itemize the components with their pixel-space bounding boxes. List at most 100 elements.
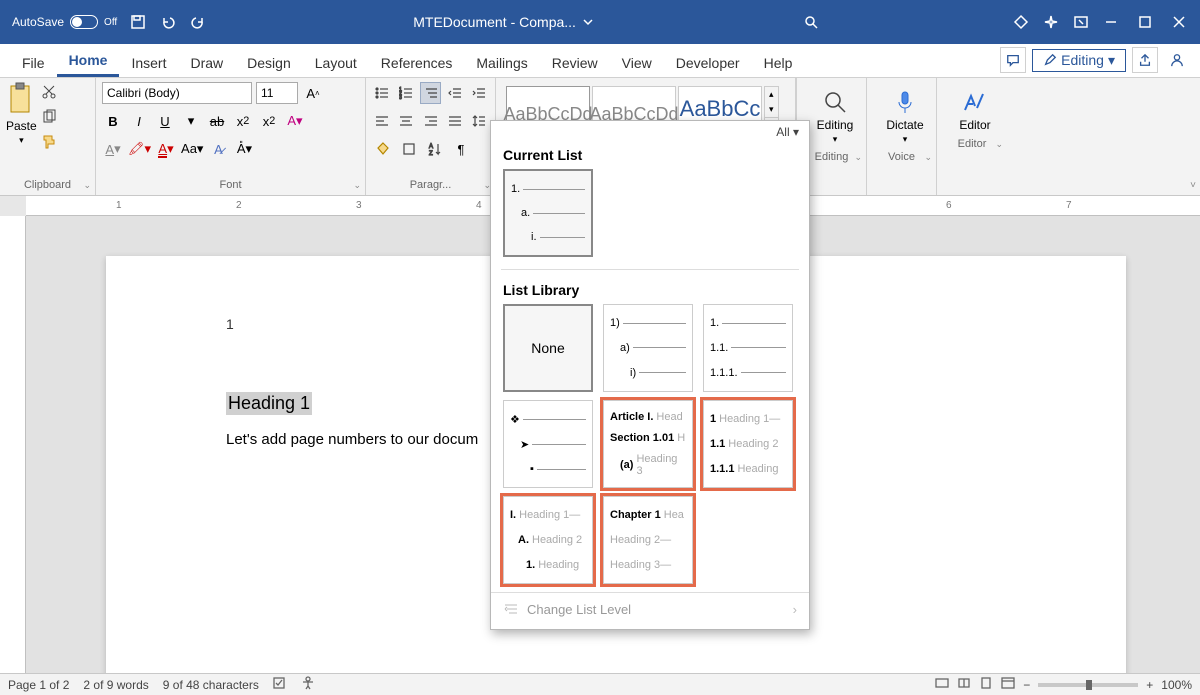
clear-formatting-button[interactable]: A̷ bbox=[207, 138, 229, 160]
print-layout-button[interactable] bbox=[979, 676, 993, 693]
editing-mode-button[interactable]: Editing ▾ bbox=[1032, 49, 1126, 72]
phonetic-button[interactable]: A̎▾ bbox=[233, 138, 255, 160]
zoom-out-button[interactable]: − bbox=[1023, 678, 1030, 692]
font-color-2-button[interactable]: A▾ bbox=[155, 138, 177, 160]
status-words[interactable]: 2 of 9 words bbox=[83, 678, 148, 692]
borders-button[interactable] bbox=[398, 138, 420, 160]
list-tile-bullets[interactable]: ❖ ➤ ▪ bbox=[503, 400, 593, 488]
close-button[interactable] bbox=[1164, 7, 1194, 37]
document-title[interactable]: MTEDocument - Compa... bbox=[213, 14, 796, 30]
font-size-select[interactable] bbox=[256, 82, 298, 104]
tab-home[interactable]: Home bbox=[57, 46, 120, 77]
maximize-button[interactable] bbox=[1130, 7, 1160, 37]
zoom-slider[interactable] bbox=[1038, 683, 1138, 687]
editor-button[interactable]: Editor bbox=[943, 82, 1007, 138]
list-tile-chapter[interactable]: Chapter 1Hea Heading 2— Heading 3— bbox=[603, 496, 693, 584]
l2: Heading 2— bbox=[610, 534, 671, 546]
numbering-button[interactable]: 123 bbox=[396, 82, 416, 104]
cut-button[interactable] bbox=[41, 84, 57, 103]
list-tile-decimal[interactable]: 1. 1.1. 1.1.1. bbox=[703, 304, 793, 392]
l1g: Heading 1— bbox=[719, 413, 780, 425]
subscript-button[interactable]: x2 bbox=[232, 110, 254, 132]
chevron-down-icon[interactable]: ▾ bbox=[180, 110, 202, 132]
heading-text[interactable]: Heading 1 bbox=[226, 392, 312, 415]
focus-mode-button[interactable] bbox=[935, 676, 949, 693]
spellcheck-icon[interactable] bbox=[273, 676, 287, 693]
tab-file[interactable]: File bbox=[10, 49, 57, 77]
show-marks-button[interactable]: ¶ bbox=[450, 138, 472, 160]
collapse-ribbon-button[interactable]: ˅ bbox=[1190, 180, 1196, 191]
tab-references[interactable]: References bbox=[369, 49, 465, 77]
accessibility-icon[interactable] bbox=[301, 676, 315, 693]
status-chars[interactable]: 9 of 48 characters bbox=[163, 678, 259, 692]
diamond-icon[interactable] bbox=[1006, 7, 1036, 37]
font-color-button[interactable]: A▾ bbox=[102, 138, 124, 160]
all-filter-button[interactable]: All ▾ bbox=[776, 125, 799, 139]
ribbon-display-icon[interactable] bbox=[1066, 7, 1096, 37]
bold-button[interactable]: B bbox=[102, 110, 124, 132]
tab-draw[interactable]: Draw bbox=[178, 49, 235, 77]
align-right-button[interactable] bbox=[420, 110, 440, 132]
tab-mailings[interactable]: Mailings bbox=[464, 49, 539, 77]
l2g: H bbox=[677, 432, 685, 444]
styles-scroll-up[interactable]: ▴ bbox=[765, 87, 778, 102]
italic-button[interactable]: I bbox=[128, 110, 150, 132]
list-tile-article[interactable]: Article I.Head Section 1.01H (a)Heading … bbox=[603, 400, 693, 488]
format-painter-button[interactable] bbox=[41, 134, 57, 153]
styles-scroll-down[interactable]: ▾ bbox=[765, 102, 778, 117]
list-tile-paren[interactable]: 1) a) i) bbox=[603, 304, 693, 392]
superscript-button[interactable]: x2 bbox=[258, 110, 280, 132]
text-effects-button[interactable]: A▾ bbox=[284, 110, 306, 132]
autosave-toggle[interactable]: AutoSave Off bbox=[6, 15, 123, 29]
redo-button[interactable] bbox=[183, 7, 213, 37]
tab-help[interactable]: Help bbox=[752, 49, 805, 77]
decrease-indent-button[interactable] bbox=[445, 82, 465, 104]
sparkle-icon[interactable] bbox=[1036, 7, 1066, 37]
tab-layout[interactable]: Layout bbox=[303, 49, 369, 77]
current-list-tile[interactable]: 1. a. i. bbox=[503, 169, 593, 257]
tab-insert[interactable]: Insert bbox=[119, 49, 178, 77]
list-tile-roman[interactable]: I.Heading 1— A.Heading 2 1.Heading bbox=[503, 496, 593, 584]
share-button[interactable] bbox=[1132, 47, 1158, 73]
list-tile-heading-num[interactable]: 1Heading 1— 1.1Heading 2 1.1.1Heading bbox=[703, 400, 793, 488]
sort-button[interactable]: AZ bbox=[424, 138, 446, 160]
search-button[interactable] bbox=[796, 7, 826, 37]
highlight-button[interactable]: 🖍▾ bbox=[128, 138, 151, 160]
bullets-button[interactable] bbox=[372, 82, 392, 104]
chevron-down-icon: ▾ bbox=[903, 134, 908, 145]
vertical-ruler[interactable] bbox=[0, 216, 26, 673]
shading-button[interactable] bbox=[372, 138, 394, 160]
zoom-level[interactable]: 100% bbox=[1161, 678, 1192, 692]
dictate-button[interactable]: Dictate ▾ bbox=[873, 82, 937, 151]
account-button[interactable] bbox=[1164, 47, 1190, 73]
justify-button[interactable] bbox=[445, 110, 465, 132]
increase-indent-button[interactable] bbox=[469, 82, 489, 104]
list-none-tile[interactable]: None bbox=[503, 304, 593, 392]
line-spacing-button[interactable] bbox=[469, 110, 489, 132]
tab-review[interactable]: Review bbox=[540, 49, 610, 77]
read-mode-button[interactable] bbox=[957, 676, 971, 693]
tab-developer[interactable]: Developer bbox=[664, 49, 752, 77]
change-case-button[interactable]: Aa▾ bbox=[181, 138, 203, 160]
paste-button[interactable] bbox=[7, 82, 35, 117]
grow-font-button[interactable]: A˄ bbox=[302, 82, 324, 104]
save-button[interactable] bbox=[123, 7, 153, 37]
chevron-down-icon[interactable]: ▾ bbox=[19, 135, 24, 146]
underline-button[interactable]: U bbox=[154, 110, 176, 132]
l2: A. bbox=[518, 534, 529, 546]
comments-button[interactable] bbox=[1000, 47, 1026, 73]
strike-button[interactable]: ab bbox=[206, 110, 228, 132]
undo-button[interactable] bbox=[153, 7, 183, 37]
tab-view[interactable]: View bbox=[610, 49, 664, 77]
align-center-button[interactable] bbox=[396, 110, 416, 132]
font-name-select[interactable] bbox=[102, 82, 252, 104]
tab-design[interactable]: Design bbox=[235, 49, 303, 77]
find-button[interactable]: Editing ▾ bbox=[803, 82, 867, 151]
copy-button[interactable] bbox=[41, 109, 57, 128]
minimize-button[interactable] bbox=[1096, 7, 1126, 37]
status-page[interactable]: Page 1 of 2 bbox=[8, 678, 69, 692]
multilevel-list-button[interactable] bbox=[420, 82, 440, 104]
zoom-in-button[interactable]: + bbox=[1146, 678, 1153, 692]
align-left-button[interactable] bbox=[372, 110, 392, 132]
web-layout-button[interactable] bbox=[1001, 676, 1015, 693]
